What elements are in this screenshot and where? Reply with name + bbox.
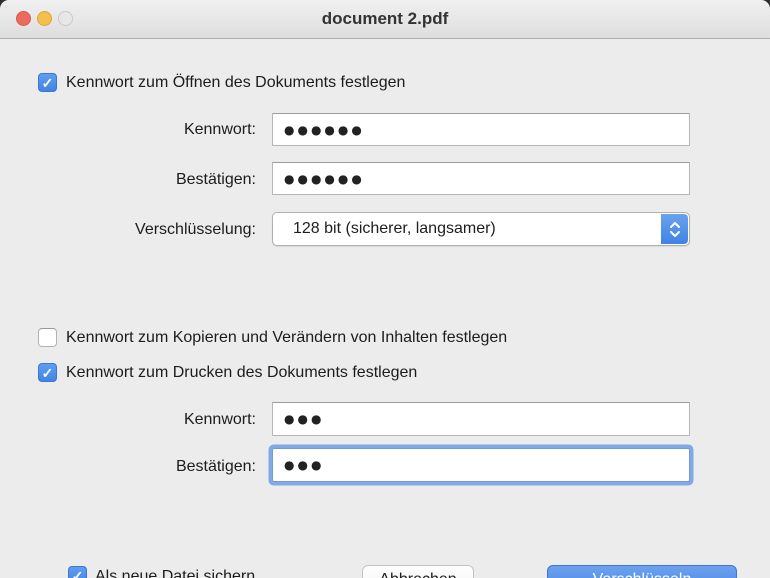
- titlebar: document 2.pdf: [0, 0, 770, 39]
- confirm-label: Bestätigen:: [175, 458, 256, 475]
- checkmark-icon: ✓: [41, 365, 54, 381]
- password-dots: ●●●: [284, 458, 325, 472]
- encryption-selected-value: 128 bit (sicherer, langsamer): [293, 220, 496, 237]
- password-label: Kennwort:: [183, 411, 256, 428]
- print-password-checkbox-label: Kennwort zum Drucken des Dokuments festl…: [66, 364, 418, 381]
- chevron-down-icon: [669, 230, 680, 237]
- password-label: Kennwort:: [183, 121, 256, 138]
- print-password-checkbox[interactable]: ✓: [38, 363, 57, 382]
- save-new-file-checkbox-label: Als neue Datei sichern: [95, 568, 256, 578]
- encryption-select[interactable]: 128 bit (sicherer, langsamer): [272, 212, 690, 246]
- password-dots: ●●●: [284, 412, 325, 426]
- save-new-file-checkbox[interactable]: ✓: [68, 566, 87, 578]
- chevron-up-icon: [669, 221, 680, 228]
- checkmark-icon: ✓: [41, 75, 54, 91]
- encrypt-button[interactable]: Verschlüsseln: [547, 565, 737, 578]
- password-dialog-window: document 2.pdf ✓ Kennwort zum Öffnen des…: [0, 0, 770, 578]
- password-dots: ●●●●●●: [284, 171, 365, 186]
- permissions-password-confirm-input[interactable]: ●●●: [272, 448, 690, 482]
- confirm-label: Bestätigen:: [175, 171, 256, 188]
- permissions-password-input[interactable]: ●●●: [272, 402, 690, 436]
- encryption-label: Verschlüsselung:: [135, 221, 256, 238]
- password-dots: ●●●●●●: [284, 122, 365, 137]
- copy-password-checkbox[interactable]: [38, 328, 57, 347]
- cancel-button[interactable]: Abbrechen: [362, 565, 474, 578]
- copy-password-checkbox-label: Kennwort zum Kopieren und Verändern von …: [66, 329, 508, 346]
- window-title: document 2.pdf: [321, 9, 449, 28]
- popup-stepper: [661, 214, 688, 244]
- open-password-checkbox[interactable]: ✓: [38, 73, 57, 92]
- open-password-input[interactable]: ●●●●●●: [272, 113, 690, 146]
- open-password-checkbox-label: Kennwort zum Öffnen des Dokuments festle…: [66, 74, 406, 91]
- open-password-confirm-input[interactable]: ●●●●●●: [272, 162, 690, 195]
- checkmark-icon: ✓: [71, 568, 84, 578]
